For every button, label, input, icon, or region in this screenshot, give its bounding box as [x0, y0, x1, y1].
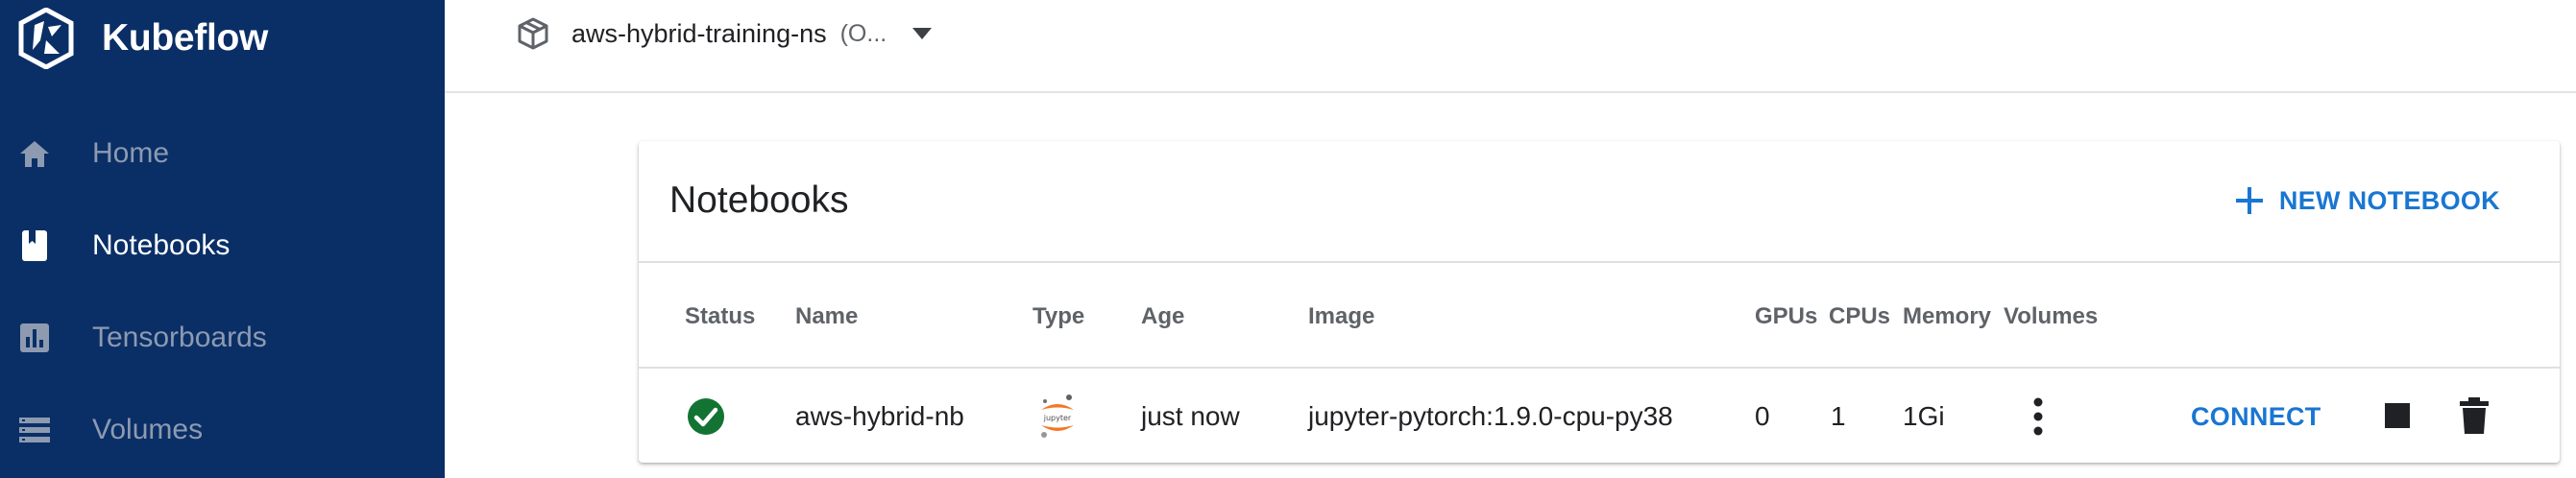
- namespace-selector[interactable]: aws-hybrid-training-ns (O...: [516, 12, 933, 56]
- column-header-volumes: Volumes: [2004, 303, 2099, 329]
- new-notebook-button[interactable]: NEW NOTEBOOK: [2235, 179, 2500, 222]
- notebooks-card: Notebooks NEW NOTEBOOK Status Name Type …: [639, 141, 2560, 463]
- sidebar-item-volumes[interactable]: Volumes: [0, 392, 445, 468]
- table-row: aws-hybrid-nb jupyter just now jupyter-p…: [639, 370, 2560, 463]
- plus-icon: [2235, 187, 2263, 214]
- notebook-cpus: 1: [1831, 401, 1846, 431]
- namespace-extra: (O...: [839, 19, 887, 47]
- app-root: Kubeflow Home Notebooks Tensorboards Vol: [0, 0, 2576, 478]
- delete-icon[interactable]: [2459, 396, 2490, 435]
- jupyter-icon: jupyter: [1041, 394, 1074, 438]
- column-header-name: Name: [795, 303, 859, 329]
- box-icon: [518, 17, 548, 50]
- notebook-icon: [17, 228, 52, 263]
- column-header-status: Status: [685, 303, 756, 329]
- column-header-memory: Memory: [1903, 303, 1992, 329]
- connect-button[interactable]: CONNECT: [2191, 370, 2321, 463]
- svg-text:jupyter: jupyter: [1043, 414, 1072, 422]
- column-header-age: Age: [1141, 303, 1185, 329]
- notebook-age: just now: [1141, 401, 1240, 431]
- new-notebook-label: NEW NOTEBOOK: [2278, 185, 2500, 215]
- brand[interactable]: Kubeflow: [15, 8, 268, 69]
- sidebar-item-label: Home: [92, 137, 170, 169]
- column-header-gpus: GPUs: [1755, 303, 1818, 329]
- notebook-gpus: 0: [1755, 401, 1770, 431]
- column-header-cpus: CPUs: [1829, 303, 1891, 329]
- check-circle-icon: [688, 398, 724, 435]
- table-header: Status Name Type Age Image GPUs CPUs Mem…: [639, 265, 2560, 369]
- column-header-type: Type: [1033, 303, 1085, 329]
- sidebar-item-tensorboards[interactable]: Tensorboards: [0, 299, 445, 376]
- sidebar-item-label: Tensorboards: [92, 322, 267, 353]
- sidebar-item-label: Notebooks: [92, 229, 231, 261]
- notebook-image: jupyter-pytorch:1.9.0-cpu-py38: [1308, 401, 1673, 431]
- card-header: Notebooks NEW NOTEBOOK: [639, 141, 2560, 263]
- sidebar: Kubeflow Home Notebooks Tensorboards Vol: [0, 0, 445, 478]
- page-title: Notebooks: [669, 179, 849, 221]
- sidebar-item-notebooks[interactable]: Notebooks: [0, 207, 445, 284]
- sidebar-item-label: Volumes: [92, 414, 204, 445]
- top-bar: aws-hybrid-training-ns (O...: [445, 0, 2576, 93]
- brand-name: Kubeflow: [102, 17, 269, 59]
- notebook-memory: 1Gi: [1903, 401, 1945, 431]
- notebook-name: aws-hybrid-nb: [795, 401, 964, 431]
- caret-down-icon: [912, 28, 933, 39]
- home-icon: [17, 136, 52, 171]
- column-header-image: Image: [1308, 303, 1375, 329]
- more-vert-icon[interactable]: [2031, 395, 2045, 438]
- bar-chart-icon: [17, 321, 52, 355]
- stop-icon[interactable]: [2385, 403, 2410, 428]
- kubeflow-logo-icon: [18, 8, 74, 69]
- namespace-name: aws-hybrid-training-ns: [571, 18, 827, 48]
- storage-icon: [17, 413, 52, 447]
- sidebar-item-home[interactable]: Home: [0, 115, 445, 192]
